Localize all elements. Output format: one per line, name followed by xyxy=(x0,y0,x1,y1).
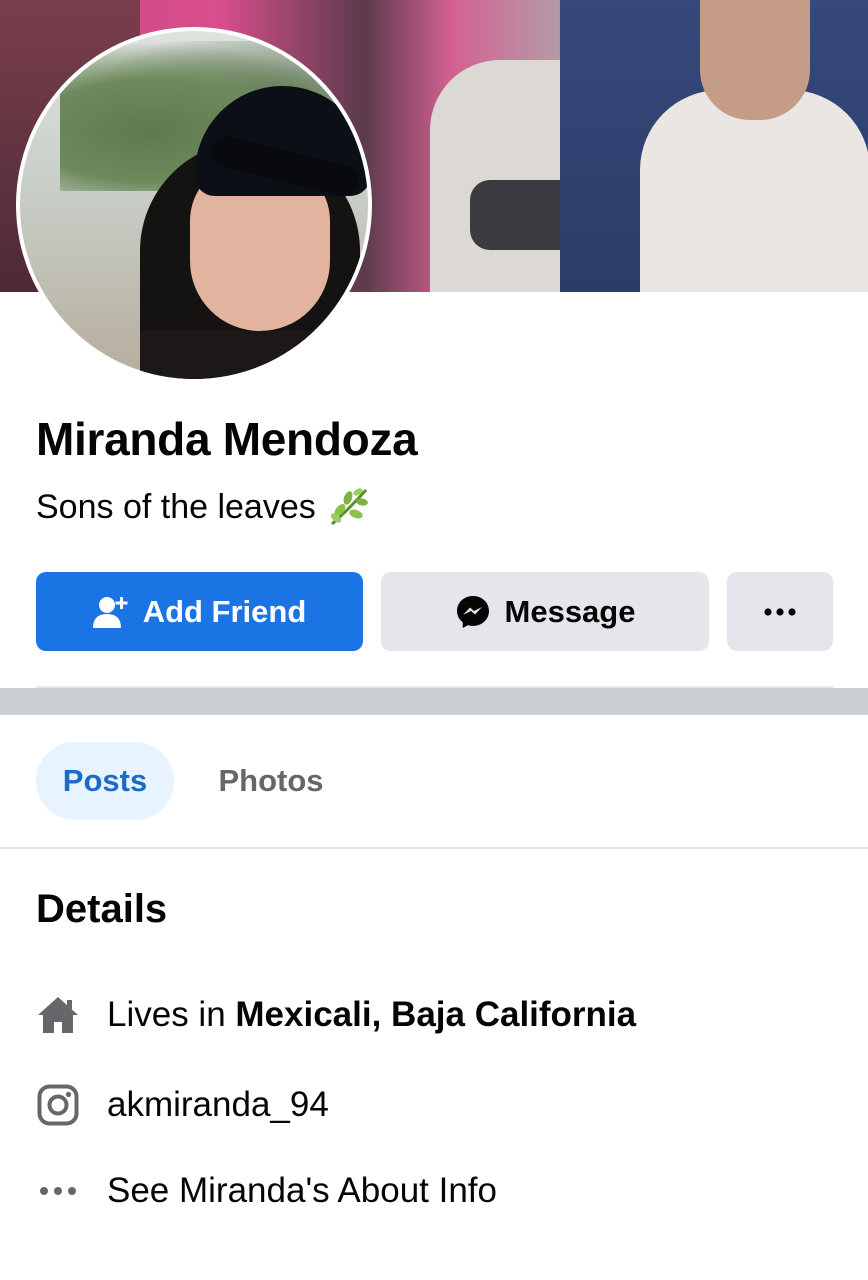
details-heading: Details xyxy=(36,887,168,931)
add-friend-button[interactable]: Add Friend xyxy=(36,572,363,651)
lives-in-prefix: Lives in xyxy=(107,995,226,1034)
lives-in-location[interactable]: Mexicali, Baja California xyxy=(235,995,636,1035)
message-label: Message xyxy=(504,593,636,629)
section-separator xyxy=(0,688,868,715)
see-about-info-link[interactable]: See Miranda's About Info xyxy=(36,1166,497,1216)
more-options-button[interactable] xyxy=(727,572,833,651)
profile-avatar[interactable] xyxy=(16,27,372,383)
tab-photos[interactable]: Photos xyxy=(196,742,346,820)
detail-instagram[interactable]: akmiranda_94 xyxy=(36,1080,329,1130)
home-icon xyxy=(36,993,80,1037)
instagram-icon xyxy=(36,1083,80,1127)
detail-lives-in: Lives in Mexicali, Baja California xyxy=(36,990,636,1040)
more-horizontal-icon xyxy=(36,1169,80,1213)
add-friend-icon xyxy=(92,595,129,629)
profile-bio: Sons of the leaves xyxy=(36,484,372,530)
message-button[interactable]: Message xyxy=(381,572,709,651)
herb-leaf-icon xyxy=(326,484,372,530)
tabs-divider xyxy=(0,847,868,849)
instagram-handle: akmiranda_94 xyxy=(107,1085,329,1124)
bio-text: Sons of the leaves xyxy=(36,487,316,526)
messenger-icon xyxy=(455,594,491,630)
more-dots-icon xyxy=(763,607,797,616)
see-about-info-label: See Miranda's About Info xyxy=(107,1171,497,1210)
add-friend-label: Add Friend xyxy=(142,593,307,629)
profile-name: Miranda Mendoza xyxy=(36,413,418,465)
tab-posts[interactable]: Posts xyxy=(36,742,174,820)
profile-page: Miranda Mendoza Sons of the leaves Add F… xyxy=(0,0,868,1280)
